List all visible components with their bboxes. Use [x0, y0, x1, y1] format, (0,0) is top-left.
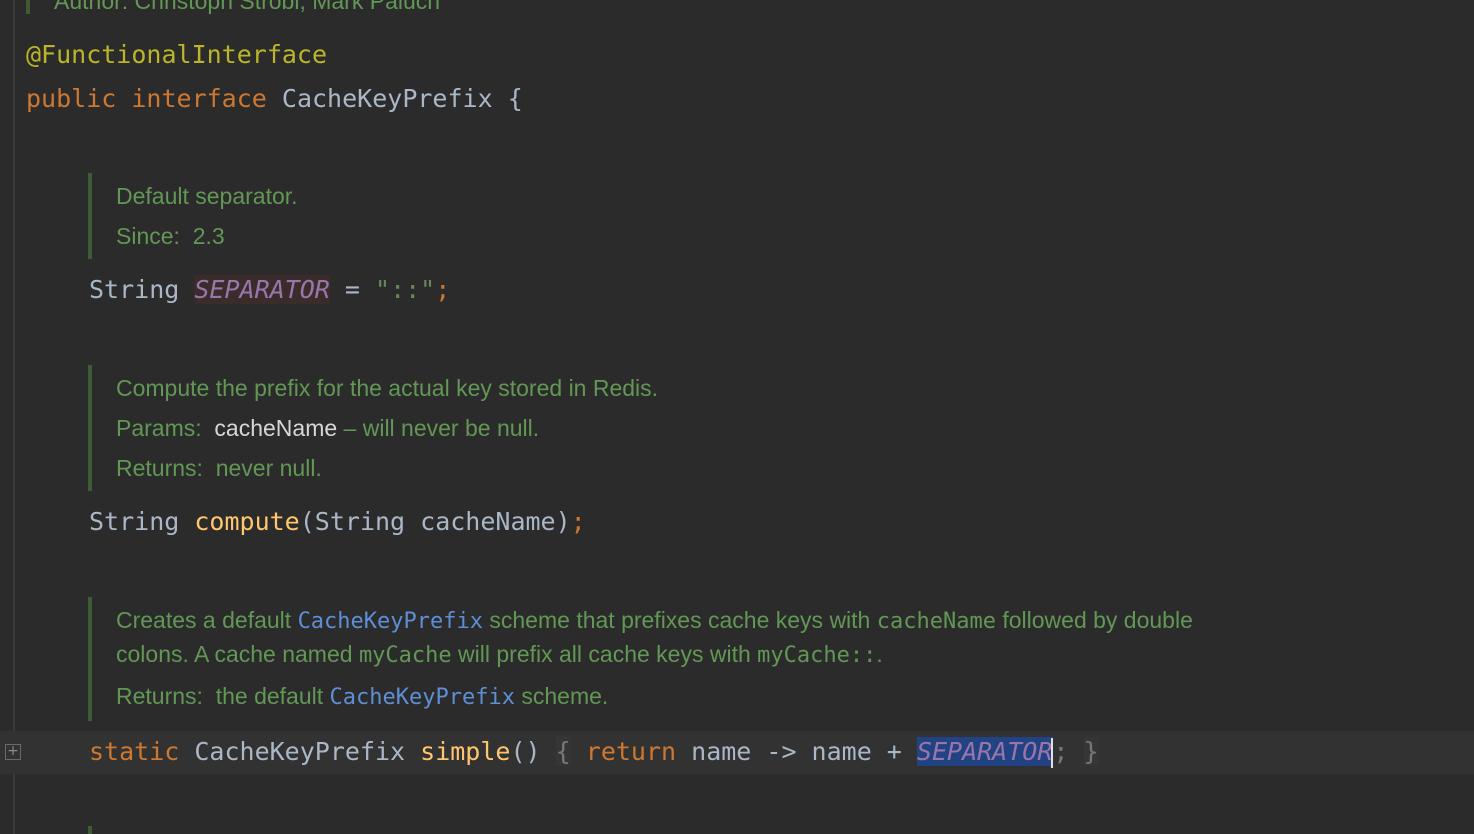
keyword-interface: interface: [131, 84, 267, 113]
param-description: – will never be null.: [343, 415, 540, 441]
compute-params: (String cacheName): [299, 507, 571, 536]
method-simple[interactable]: simple: [420, 737, 510, 766]
params-label: Params:: [116, 415, 202, 441]
doc-separator-since: Since: 2.3: [116, 223, 225, 250]
interface-name[interactable]: CacheKeyPrefix: [282, 84, 493, 113]
simple-declaration[interactable]: static CacheKeyPrefix simple() { return …: [89, 730, 1099, 774]
doc-code-mycache: myCache: [358, 643, 452, 668]
separator-declaration[interactable]: String SEPARATOR = "::";: [89, 268, 450, 312]
type-string: String: [89, 275, 180, 304]
semicolon: ;: [570, 507, 586, 536]
editor-gutter-border: [13, 0, 15, 834]
separator-reference-text: SEPARATOR: [916, 737, 1053, 766]
keyword-public: public: [26, 84, 117, 113]
keyword-return: return: [585, 737, 677, 766]
folded-open-brace[interactable]: {: [555, 737, 571, 766]
separator-field[interactable]: SEPARATOR: [194, 275, 330, 304]
doc-text: .: [876, 641, 883, 667]
doc-simple-line1: Creates a default CacheKeyPrefix scheme …: [116, 607, 1193, 634]
doc-comment-bar: [88, 173, 92, 259]
returns-label: Returns:: [116, 683, 203, 709]
method-compute[interactable]: compute: [194, 507, 299, 536]
annotation-functional-interface[interactable]: @FunctionalInterface: [26, 33, 327, 77]
separator-reference[interactable]: SEPARATOR: [916, 737, 1054, 768]
doc-comment-bar: [88, 597, 92, 721]
expand-fold-icon[interactable]: +: [5, 744, 21, 760]
keyword-static: static: [89, 737, 180, 766]
doc-compute-params: Params: cacheName – will never be null.: [116, 415, 539, 442]
returns-value: never null.: [215, 455, 322, 481]
type-cachekeyprefix[interactable]: CacheKeyPrefix: [194, 737, 405, 766]
doc-code-cachename: cacheName: [876, 609, 996, 634]
doc-text: scheme.: [514, 683, 609, 709]
doc-link-cachekeyprefix[interactable]: CacheKeyPrefix: [330, 685, 515, 710]
semicolon: ;: [435, 275, 451, 304]
param-name: cacheName: [214, 415, 338, 441]
doc-text: followed by double: [995, 607, 1193, 633]
doc-text: scheme that prefixes cache keys with: [483, 607, 877, 633]
interface-declaration[interactable]: public interface CacheKeyPrefix {: [26, 77, 523, 121]
doc-comment-bar: [26, 0, 30, 14]
doc-separator-description: Default separator.: [116, 183, 298, 209]
open-brace: {: [507, 84, 523, 113]
separator-string-literal: "::": [375, 275, 436, 304]
type-string: String: [89, 507, 180, 536]
doc-simple-line2: colons. A cache named myCache will prefi…: [116, 641, 883, 668]
doc-text: the default: [215, 683, 330, 709]
equals-sign: =: [344, 275, 360, 304]
doc-compute-returns: Returns: never null.: [116, 455, 322, 482]
doc-text: colons. A cache named: [116, 641, 359, 667]
folded-close-brace[interactable]: }: [1083, 737, 1099, 766]
doc-comment-bar: [88, 826, 92, 834]
since-label: Since:: [116, 223, 180, 249]
since-value: 2.3: [192, 223, 225, 249]
simple-parens: (): [510, 737, 541, 766]
compute-declaration[interactable]: String compute(String cacheName);: [89, 500, 586, 544]
doc-text: Creates a default: [116, 607, 298, 633]
doc-author-line: Author: Christoph Strobl, Mark Paluch: [54, 0, 441, 14]
doc-link-cachekeyprefix[interactable]: CacheKeyPrefix: [298, 609, 483, 634]
doc-text: will prefix all cache keys with: [451, 641, 758, 667]
doc-code-mycache-separator: myCache::: [757, 643, 877, 668]
lambda-body: name -> name +: [691, 737, 917, 766]
folded-semicolon: ;: [1053, 737, 1069, 766]
doc-compute-description: Compute the prefix for the actual key st…: [116, 375, 659, 401]
returns-label: Returns:: [116, 455, 203, 481]
doc-simple-returns: Returns: the default CacheKeyPrefix sche…: [116, 683, 608, 710]
doc-comment-bar: [88, 365, 92, 491]
